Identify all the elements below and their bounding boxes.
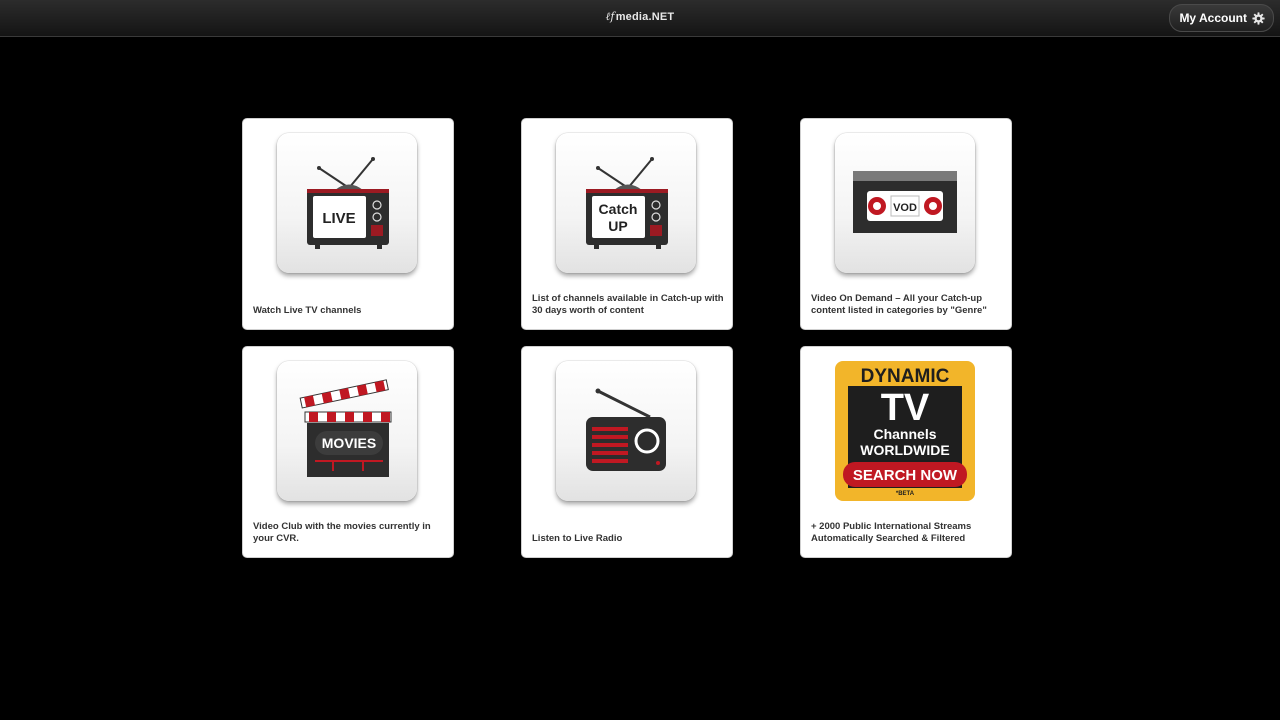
tv-text: TV [881,387,930,429]
top-bar: ℓfmedia.NET My Account [0,0,1280,37]
vod-tile[interactable]: VOD [835,133,975,273]
radio-description: Listen to Live Radio [532,533,623,544]
channels-text: Channels [873,426,936,442]
vod-description: Video On Demand – All your Catch-up cont… [811,293,987,316]
live-tv-tile[interactable]: LIVE [277,133,417,273]
catch-up-tv-icon: Catch UP [586,157,668,249]
up-label: UP [608,218,627,234]
live-tv-icon: LIVE [307,157,389,249]
movies-clapperboard-icon: MOVIES [299,379,392,477]
catch-up-tile[interactable]: Catch UP [556,133,696,273]
my-account-label: My Account [1179,11,1247,25]
dynamic-tv-icon[interactable]: DYNAMIC TV Channels WORLDWIDE SEARCH NOW… [835,361,975,501]
live-tv-description: Watch Live TV channels [253,305,362,316]
dynamic-text: DYNAMIC [861,366,950,387]
dynamic-tv-card[interactable]: DYNAMIC TV Channels WORLDWIDE SEARCH NOW… [800,346,1012,558]
logo-text: media.NET [615,11,675,23]
worldwide-text: WORLDWIDE [860,442,949,458]
beta-badge: *BETA [896,491,915,497]
vod-card[interactable]: VOD Video On Demand – All your Catch-up … [800,118,1012,330]
app-logo: ℓfmedia.NET [0,10,1280,23]
search-now-text: SEARCH NOW [853,467,958,484]
logo-mark: ℓf [605,10,615,23]
my-account-button[interactable]: My Account [1169,4,1274,32]
dynamic-tv-description: + 2000 Public International Streams Auto… [811,521,972,544]
movies-card[interactable]: MOVIES Video Club with the movies curren… [242,346,454,558]
live-label: LIVE [322,210,355,227]
catch-label: Catch [599,201,638,217]
radio-card[interactable]: Listen to Live Radio [521,346,733,558]
catch-up-card[interactable]: Catch UP List of channels available in C… [521,118,733,330]
movies-label: MOVIES [322,435,376,451]
vod-cassette-icon: VOD [853,171,957,233]
live-tv-card[interactable]: LIVE Watch Live TV channels [242,118,454,330]
radio-tile[interactable] [556,361,696,501]
catch-up-description: List of channels available in Catch-up w… [532,293,724,316]
radio-icon [586,388,666,471]
movies-description: Video Club with the movies currently in … [253,521,431,544]
movies-tile[interactable]: MOVIES [277,361,417,501]
menu-grid: LIVE Watch Live TV channels Catch UP Lis… [242,118,1013,558]
vod-label: VOD [893,202,917,214]
gear-icon [1252,11,1265,25]
